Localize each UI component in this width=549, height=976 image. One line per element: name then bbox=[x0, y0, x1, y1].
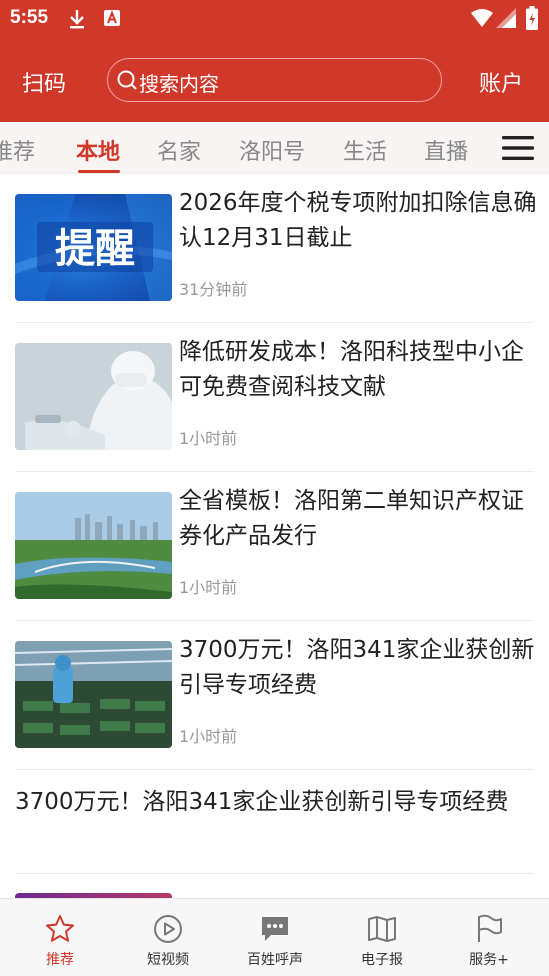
news-thumbnail bbox=[15, 343, 172, 450]
app-header: 5:55 扫码 搜索内容 账户 bbox=[0, 0, 549, 122]
news-thumbnail bbox=[15, 492, 172, 599]
tab-famous[interactable]: 名家 bbox=[157, 134, 201, 166]
nav-public-voice[interactable]: 百姓呼声 bbox=[220, 899, 330, 976]
news-item-text[interactable]: 3700万元！洛阳341家企业获创新引导专项经费 bbox=[15, 785, 534, 820]
app-notification-icon bbox=[104, 10, 120, 26]
account-button[interactable]: 账户 bbox=[479, 66, 523, 98]
scan-button[interactable]: 扫码 bbox=[22, 66, 66, 98]
factory-photo bbox=[15, 641, 172, 748]
news-time: 31分钟前 bbox=[179, 280, 248, 299]
tab-live[interactable]: 直播 bbox=[424, 134, 468, 166]
channel-tabs: 推荐 本地 名家 洛阳号 生活 直播 bbox=[0, 122, 549, 174]
news-thumbnail bbox=[15, 641, 172, 748]
divider bbox=[15, 322, 534, 323]
nav-e-paper[interactable]: 电子报 bbox=[327, 899, 437, 976]
news-title: 2026年度个税专项附加扣除信息确认12月31日截止 bbox=[179, 190, 537, 251]
news-time: 1小时前 bbox=[179, 578, 238, 597]
news-time: 1小时前 bbox=[179, 727, 238, 746]
wifi-icon bbox=[471, 9, 493, 27]
lab-photo bbox=[15, 343, 172, 450]
menu-icon[interactable] bbox=[502, 135, 534, 161]
status-time: 5:55 bbox=[10, 7, 49, 28]
active-tab-indicator bbox=[78, 170, 120, 173]
battery-icon bbox=[526, 6, 538, 30]
divider bbox=[15, 873, 534, 874]
book-icon bbox=[368, 916, 396, 942]
thumbnail-text: 提醒 bbox=[55, 226, 135, 272]
flag-icon bbox=[478, 914, 502, 942]
tab-recommend[interactable]: 推荐 bbox=[0, 134, 35, 166]
tab-life[interactable]: 生活 bbox=[343, 134, 387, 166]
reminder-graphic: 提醒 bbox=[15, 194, 172, 301]
search-icon bbox=[117, 70, 137, 90]
play-icon bbox=[154, 915, 182, 943]
star-icon bbox=[46, 915, 74, 942]
signal-icon bbox=[496, 8, 516, 28]
tab-local[interactable]: 本地 bbox=[76, 134, 120, 166]
city-river-photo bbox=[15, 492, 172, 599]
search-input[interactable]: 搜索内容 bbox=[107, 58, 442, 102]
divider bbox=[15, 471, 534, 472]
nav-label: 服务+ bbox=[469, 952, 509, 968]
tab-luoyang-hao[interactable]: 洛阳号 bbox=[239, 134, 305, 166]
bottom-navigation: 推荐 短视频 百姓呼声 电子报 服务+ bbox=[0, 898, 549, 976]
divider bbox=[15, 620, 534, 621]
divider bbox=[15, 769, 534, 770]
search-placeholder: 搜索内容 bbox=[139, 72, 219, 96]
news-title: 全省模板！洛阳第二单知识产权证券化产品发行 bbox=[179, 488, 524, 549]
chat-icon bbox=[262, 917, 288, 941]
status-bar: 5:55 bbox=[0, 0, 549, 38]
nav-services[interactable]: 服务+ bbox=[434, 899, 544, 976]
nav-label: 电子报 bbox=[361, 952, 403, 968]
nav-label: 短视频 bbox=[147, 952, 189, 968]
news-thumbnail: 提醒 bbox=[15, 194, 172, 301]
nav-short-video[interactable]: 短视频 bbox=[113, 899, 223, 976]
nav-recommend[interactable]: 推荐 bbox=[5, 899, 115, 976]
nav-label: 推荐 bbox=[46, 952, 74, 968]
news-time: 1小时前 bbox=[179, 429, 238, 448]
news-title: 降低研发成本！洛阳科技型中小企可免费查阅科技文献 bbox=[179, 339, 524, 400]
news-feed: 提醒 2026年度个税专项附加扣除信息确认12月31日截止 31分钟前 降低研发… bbox=[0, 174, 549, 898]
news-title: 3700万元！洛阳341家企业获创新引导专项经费 bbox=[179, 637, 535, 698]
nav-label: 百姓呼声 bbox=[247, 952, 303, 968]
download-icon bbox=[70, 10, 84, 29]
